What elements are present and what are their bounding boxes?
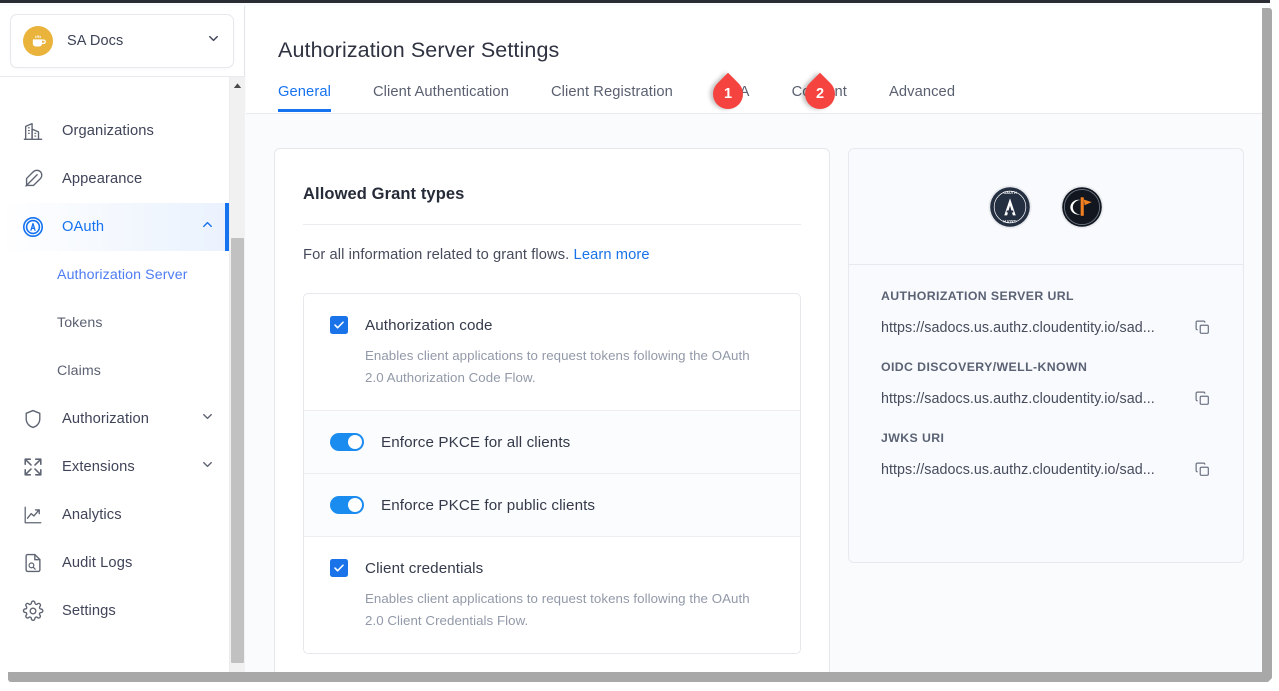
copy-icon[interactable] <box>1194 319 1211 336</box>
app-window: SA Docs Organizations Appearance OAuth A… <box>0 0 1270 673</box>
grant-label: Client credentials <box>365 559 484 577</box>
sidebar-item-label: Appearance <box>62 171 143 187</box>
sidebar-item-label: Authorization <box>62 411 150 427</box>
grant-description: Enables client applications to request t… <box>365 591 750 628</box>
grant-row-client-credentials[interactable]: Client credentials Enables client applic… <box>304 537 800 653</box>
sidebar-item-organizations[interactable]: Organizations <box>0 107 229 155</box>
sidebar-item-label: OAuth <box>62 219 105 235</box>
oauth-logo: OAUTH OAUTH <box>988 184 1032 229</box>
oauth-a-icon <box>20 214 46 240</box>
sidebar-item-oauth[interactable]: OAuth <box>0 203 229 251</box>
openid-connect-logo <box>1060 184 1104 229</box>
grant-description: Enables client applications to request t… <box>365 348 750 385</box>
page-content: Allowed Grant types For all information … <box>246 114 1262 673</box>
shield-icon <box>20 406 46 432</box>
sidebar-item-label: Settings <box>62 603 116 619</box>
grant-type-list: Authorization code Enables client applic… <box>303 293 801 655</box>
learn-more-link[interactable]: Learn more <box>574 247 650 263</box>
endpoint-value-row: https://sadocs.us.authz.cloudentity.io/s… <box>881 319 1211 336</box>
sidebar-item-label: Extensions <box>62 459 135 475</box>
tab-ciba[interactable]: CIBA <box>715 84 750 112</box>
copy-icon[interactable] <box>1194 390 1211 407</box>
endpoint-label: AUTHORIZATION SERVER URL <box>881 289 1074 303</box>
tab-consent[interactable]: Consent <box>792 84 847 112</box>
copy-icon[interactable] <box>1194 461 1211 478</box>
document-search-icon <box>20 550 46 576</box>
svg-text:OAUTH: OAUTH <box>1003 218 1017 222</box>
chevron-down-icon[interactable] <box>200 457 215 477</box>
endpoint-value: https://sadocs.us.authz.cloudentity.io/s… <box>881 390 1155 407</box>
chevron-down-icon[interactable] <box>200 409 215 429</box>
page-header: Authorization Server Settings General Cl… <box>246 6 1262 114</box>
allowed-grant-types-card: Allowed Grant types For all information … <box>274 148 830 673</box>
sidebar-item-audit-logs[interactable]: Audit Logs <box>0 539 229 587</box>
grant-row-authorization-code[interactable]: Authorization code Enables client applic… <box>304 294 800 412</box>
server-endpoints-card: OAUTH OAUTH AUTHORIZATION SERVER URL htt… <box>848 148 1244 563</box>
endpoint-list: AUTHORIZATION SERVER URL https://sadocs.… <box>849 265 1243 478</box>
endpoint-value-row: https://sadocs.us.authz.cloudentity.io/s… <box>881 390 1211 407</box>
expand-icon <box>20 454 46 480</box>
endpoint-label: JWKS URI <box>881 431 945 445</box>
grant-label: Authorization code <box>365 316 493 334</box>
sidebar-scrollbar-thumb[interactable] <box>231 238 244 663</box>
sidebar-item-label: Audit Logs <box>62 555 133 571</box>
sidebar-subitem-claims[interactable]: Claims <box>0 347 229 395</box>
sidebar-subitem-label: Claims <box>57 363 101 379</box>
svg-text:OAUTH: OAUTH <box>1003 191 1017 195</box>
chevron-down-icon[interactable] <box>206 31 221 51</box>
window-shadow-right <box>1262 8 1272 680</box>
endpoint-entry-oidc-discovery: OIDC DISCOVERY/WELL-KNOWN https://sadocs… <box>881 360 1211 407</box>
sidebar-subitem-authorization-server[interactable]: Authorization Server <box>0 251 229 299</box>
sidebar-subitem-label: Authorization Server <box>57 267 188 283</box>
sidebar-item-analytics[interactable]: Analytics <box>0 491 229 539</box>
protocol-logos: OAUTH OAUTH <box>849 149 1243 265</box>
sidebar-subitem-label: Tokens <box>57 315 103 331</box>
sidebar-scrollbar[interactable] <box>229 77 245 673</box>
card-subtitle: For all information related to grant flo… <box>303 247 801 263</box>
toggle-enforce-pkce-all-clients[interactable] <box>330 433 364 452</box>
sidebar-subitem-tokens[interactable]: Tokens <box>0 299 229 347</box>
sidebar-item-label: Analytics <box>62 507 122 523</box>
window-shadow-bottom <box>8 672 1270 682</box>
sidebar-item-label: Organizations <box>62 123 154 139</box>
sidebar-item-settings[interactable]: Settings <box>0 587 229 635</box>
card-divider <box>303 224 801 225</box>
endpoint-value-row: https://sadocs.us.authz.cloudentity.io/s… <box>881 461 1211 478</box>
tab-client-registration[interactable]: Client Registration <box>551 84 673 112</box>
grant-label: Enforce PKCE for public clients <box>381 496 596 514</box>
building-icon <box>20 118 46 144</box>
endpoint-entry-jwks-uri: JWKS URI https://sadocs.us.authz.clouden… <box>881 431 1211 478</box>
gear-icon <box>20 598 46 624</box>
org-name: SA Docs <box>67 33 124 49</box>
toggle-enforce-pkce-public-clients[interactable] <box>330 496 364 515</box>
endpoint-value: https://sadocs.us.authz.cloudentity.io/s… <box>881 461 1155 478</box>
main-area: Authorization Server Settings General Cl… <box>246 6 1262 673</box>
endpoint-value: https://sadocs.us.authz.cloudentity.io/s… <box>881 319 1155 336</box>
chevron-up-icon[interactable] <box>200 217 215 237</box>
tab-bar: General Client Authentication Client Reg… <box>278 84 997 114</box>
org-switcher[interactable]: SA Docs <box>10 14 234 68</box>
coffee-cup-icon <box>23 26 53 56</box>
grant-row-enforce-pkce-all-clients[interactable]: Enforce PKCE for all clients <box>304 411 800 475</box>
page-title: Authorization Server Settings <box>278 38 560 62</box>
tab-general[interactable]: General <box>278 84 331 112</box>
sidebar: SA Docs Organizations Appearance OAuth A… <box>0 6 245 673</box>
grant-label: Enforce PKCE for all clients <box>381 433 571 451</box>
checkbox-client-credentials[interactable] <box>330 559 348 578</box>
grant-row-enforce-pkce-public-clients[interactable]: Enforce PKCE for public clients <box>304 474 800 538</box>
feather-icon <box>20 166 46 192</box>
checkbox-authorization-code[interactable] <box>330 316 348 334</box>
card-subtitle-text: For all information related to grant flo… <box>303 247 570 263</box>
sidebar-item-authorization[interactable]: Authorization <box>0 395 229 443</box>
sidebar-item-appearance[interactable]: Appearance <box>0 155 229 203</box>
chart-line-icon <box>20 502 46 528</box>
card-title: Allowed Grant types <box>303 185 465 203</box>
endpoint-entry-authorization-server-url: AUTHORIZATION SERVER URL https://sadocs.… <box>881 289 1211 336</box>
endpoint-label: OIDC DISCOVERY/WELL-KNOWN <box>881 360 1088 374</box>
tab-client-authentication[interactable]: Client Authentication <box>373 84 509 112</box>
scroll-up-arrow-icon[interactable] <box>230 77 245 93</box>
sidebar-item-extensions[interactable]: Extensions <box>0 443 229 491</box>
sidebar-nav: Organizations Appearance OAuth Authoriza… <box>0 77 229 673</box>
tab-advanced[interactable]: Advanced <box>889 84 955 112</box>
